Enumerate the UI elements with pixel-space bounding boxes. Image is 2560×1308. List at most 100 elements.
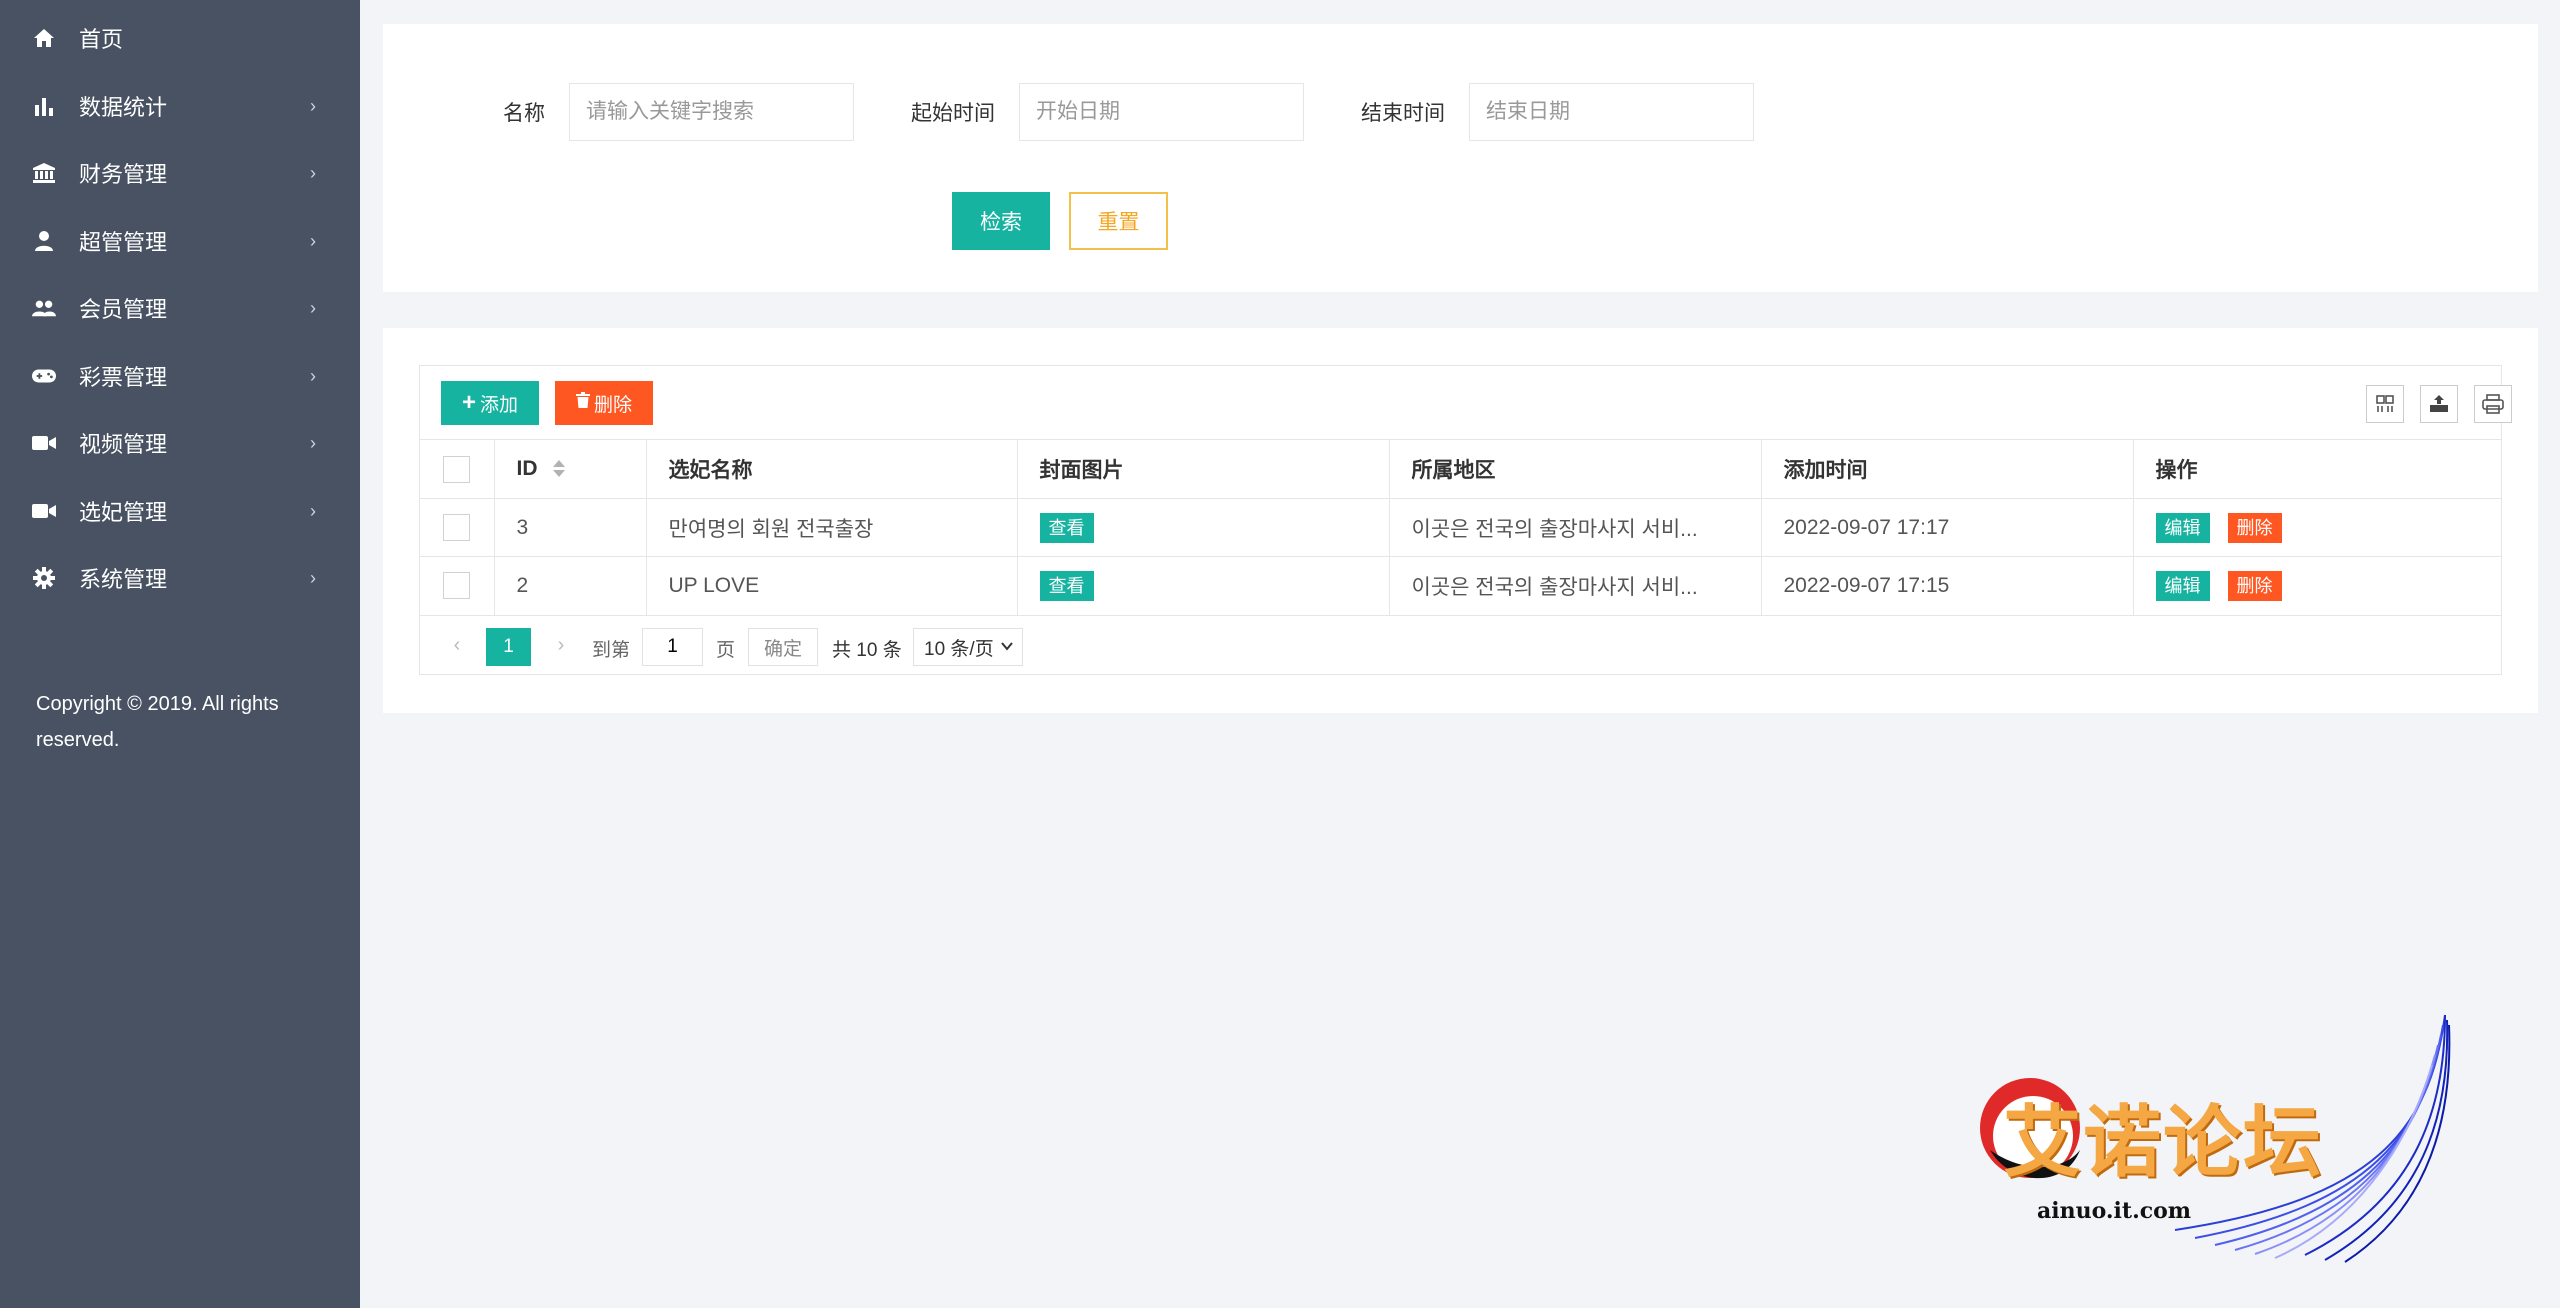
video-camera-icon	[32, 499, 56, 523]
name-label: 名称	[503, 102, 545, 125]
row-select-cell	[420, 498, 495, 557]
cell-time: 2022-09-07 17:17	[1761, 498, 2134, 557]
cell-id: 2	[494, 556, 647, 615]
cell-actions: 编辑 删除	[2133, 556, 2501, 615]
page-size-value: 10 条/页	[924, 638, 994, 660]
cell-time: 2022-09-07 17:15	[1761, 556, 2134, 615]
row-checkbox[interactable]	[443, 514, 471, 541]
sort-icon[interactable]	[552, 459, 566, 479]
view-cover-button[interactable]: 查看	[1039, 570, 1094, 601]
data-table: ID 选妃名称 封面图片 所属地区 添加时间 操作 3 만여명의 회원 전국출장…	[420, 439, 2501, 615]
export-icon[interactable]	[2420, 385, 2458, 423]
page-suffix-label: 页	[716, 640, 736, 661]
cell-cover: 查看	[1017, 498, 1390, 557]
start-date-input[interactable]	[1019, 83, 1304, 141]
table-header-row: ID 选妃名称 封面图片 所属地区 添加时间 操作	[420, 439, 2501, 499]
batch-delete-button[interactable]: 删除	[555, 381, 653, 425]
add-button[interactable]: + 添加	[441, 381, 539, 425]
sidebar-item-system[interactable]: 系统管理 ›	[0, 548, 360, 608]
sidebar-item-label: 彩票管理	[79, 365, 168, 390]
row-checkbox[interactable]	[443, 572, 471, 600]
sidebar-item-home[interactable]: 首页	[0, 8, 360, 68]
sidebar-item-label: 视频管理	[79, 432, 168, 457]
sidebar-item-label: 选妃管理	[79, 500, 168, 525]
page-size-select[interactable]: 10 条/页	[913, 628, 1023, 666]
chevron-right-icon: ›	[310, 230, 316, 251]
delete-button-label: 删除	[593, 394, 632, 416]
column-header-cover: 封面图片	[1017, 439, 1390, 499]
row-select-cell	[420, 556, 495, 615]
start-time-label: 起始时间	[911, 102, 995, 125]
table-row: 2 UP LOVE 查看 이곳은 전국의 출장마사지 서비... 2022-09…	[420, 556, 2501, 615]
edit-button[interactable]: 编辑	[2155, 512, 2210, 543]
chevron-right-icon: ›	[310, 162, 316, 183]
next-page-icon[interactable]: ›	[546, 630, 576, 660]
column-header-time: 添加时间	[1761, 439, 2134, 499]
sidebar-item-statistics[interactable]: 数据统计 ›	[0, 76, 360, 136]
bank-icon	[32, 161, 56, 185]
cell-region: 이곳은 전국의 출장마사지 서비...	[1389, 498, 1762, 557]
chevron-right-icon: ›	[310, 567, 316, 588]
column-header-name: 选妃名称	[646, 439, 1018, 499]
sidebar: 首页 数据统计 › 财务管理 › 超管管理 › 会员管理 › 彩票管理 › 视频…	[0, 0, 360, 1308]
bar-chart-icon	[32, 94, 56, 118]
table-row: 3 만여명의 회원 전국출장 查看 이곳은 전국의 출장마사지 서비... 20…	[420, 498, 2501, 557]
goto-label: 到第	[592, 640, 631, 661]
sidebar-item-label: 超管管理	[79, 230, 168, 255]
cell-actions: 编辑 删除	[2133, 498, 2501, 557]
edit-button[interactable]: 编辑	[2155, 570, 2210, 601]
prev-page-icon[interactable]: ‹	[442, 630, 472, 660]
delete-button[interactable]: 删除	[2227, 570, 2282, 601]
sidebar-item-selection[interactable]: 选妃管理 ›	[0, 481, 360, 541]
cell-cover: 查看	[1017, 556, 1390, 615]
sidebar-item-members[interactable]: 会员管理 ›	[0, 278, 360, 338]
chevron-right-icon: ›	[310, 500, 316, 521]
sidebar-item-admin[interactable]: 超管管理 ›	[0, 211, 360, 271]
end-date-input[interactable]	[1469, 83, 1754, 141]
video-camera-icon	[32, 431, 56, 455]
table-panel: + 添加 删除 ID 选妃名称 封面图片 所属地区 添加时间 操作 3 만여명의…	[383, 328, 2538, 713]
reset-button[interactable]: 重置	[1069, 192, 1168, 250]
column-header-region: 所属地区	[1389, 439, 1762, 499]
select-all-checkbox[interactable]	[443, 455, 471, 483]
sidebar-item-label: 数据统计	[79, 95, 168, 120]
sidebar-item-label: 系统管理	[79, 567, 168, 592]
chevron-right-icon: ›	[310, 95, 316, 116]
watermark-logo: 艾诺论坛 ainuo.it.com	[1975, 1010, 2455, 1270]
cell-name: 만여명의 회원 전국출장	[646, 498, 1018, 557]
delete-button[interactable]: 删除	[2227, 512, 2282, 543]
goto-page-input[interactable]	[642, 628, 703, 666]
goto-confirm-button[interactable]: 确定	[748, 628, 818, 666]
home-icon	[32, 26, 56, 50]
sidebar-item-video[interactable]: 视频管理 ›	[0, 413, 360, 473]
sidebar-item-label: 财务管理	[79, 162, 168, 187]
cell-id: 3	[494, 498, 647, 557]
print-icon[interactable]	[2474, 385, 2512, 423]
user-icon	[32, 229, 56, 253]
trash-icon	[575, 392, 590, 414]
search-button[interactable]: 检索	[952, 192, 1050, 250]
plus-icon: +	[461, 389, 476, 416]
view-cover-button[interactable]: 查看	[1039, 512, 1094, 543]
name-search-input[interactable]	[569, 83, 854, 141]
watermark-url: ainuo.it.com	[2037, 1198, 2192, 1224]
data-table-container: + 添加 删除 ID 选妃名称 封面图片 所属地区 添加时间 操作 3 만여명의…	[419, 365, 2512, 675]
chevron-down-icon	[1000, 637, 1014, 659]
current-page-button[interactable]: 1	[486, 628, 531, 666]
gear-icon	[32, 566, 56, 590]
total-count: 共 10 条	[832, 640, 902, 661]
watermark-title: 艾诺论坛	[2003, 1097, 2324, 1188]
select-all-cell	[420, 439, 495, 499]
chevron-right-icon: ›	[310, 432, 316, 453]
search-panel: 名称 起始时间 结束时间 检索 重置	[383, 24, 2538, 292]
sidebar-item-lottery[interactable]: 彩票管理 ›	[0, 346, 360, 406]
sidebar-item-finance[interactable]: 财务管理 ›	[0, 143, 360, 203]
add-button-label: 添加	[480, 394, 519, 416]
sidebar-item-label: 会员管理	[79, 297, 168, 322]
column-header-id[interactable]: ID	[494, 439, 647, 499]
columns-filter-icon[interactable]	[2366, 385, 2404, 423]
users-icon	[32, 296, 56, 320]
gamepad-icon	[32, 364, 56, 388]
column-header-actions: 操作	[2133, 439, 2501, 499]
chevron-right-icon: ›	[310, 297, 316, 318]
